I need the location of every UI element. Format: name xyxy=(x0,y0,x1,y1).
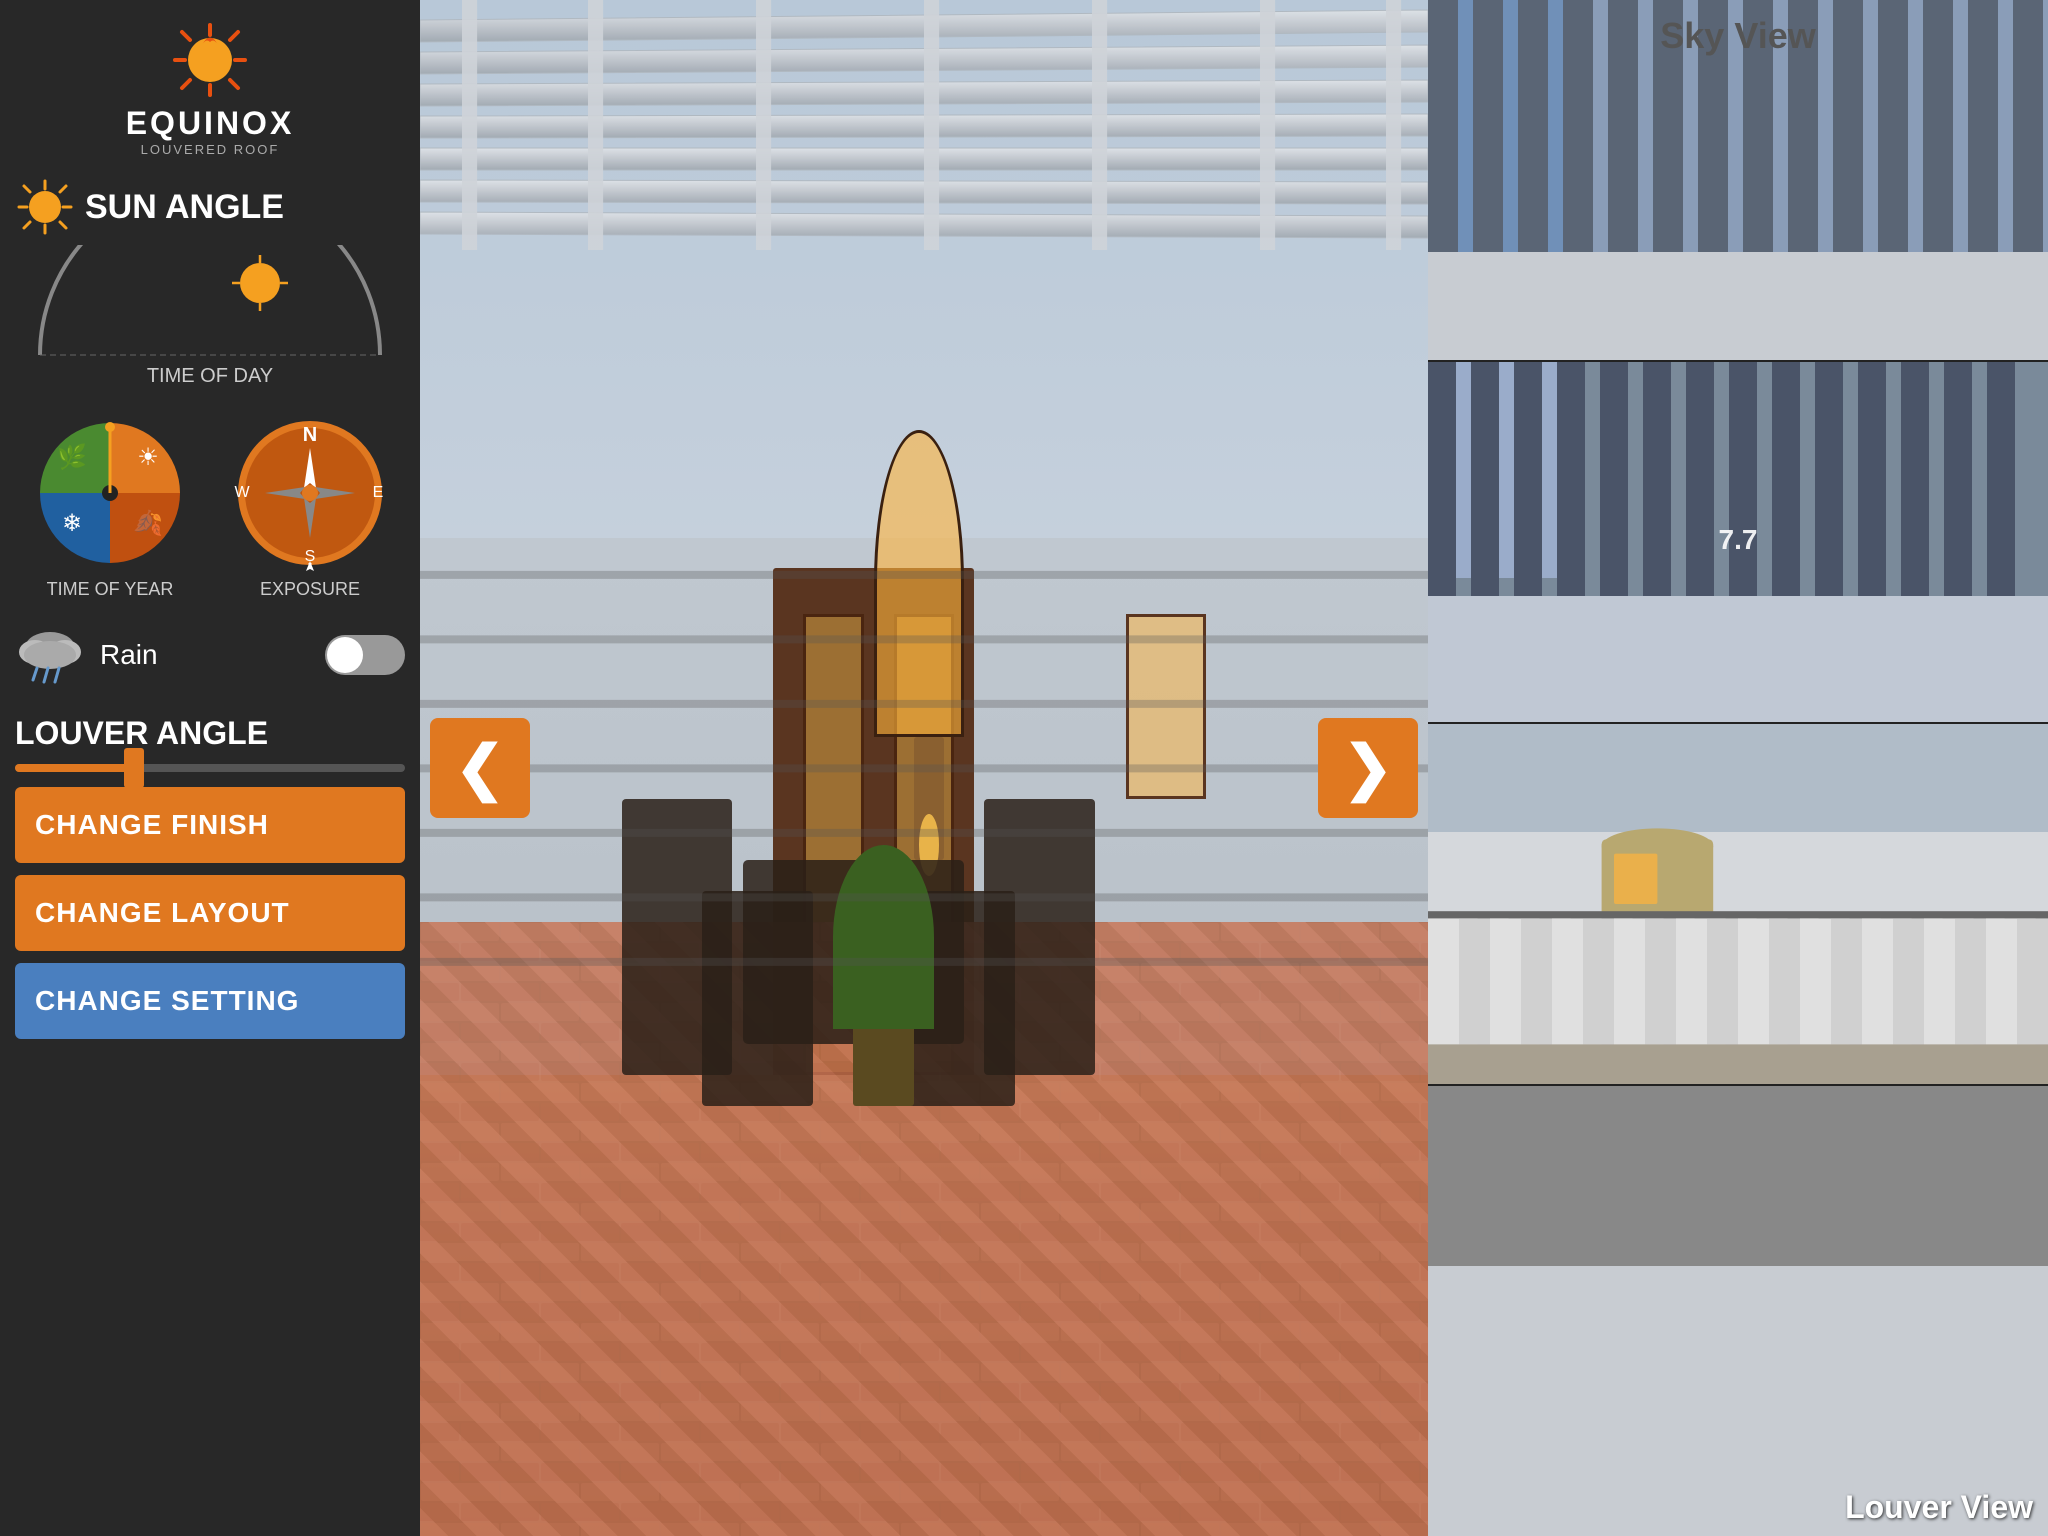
time-of-day-label: TIME OF DAY xyxy=(147,365,273,388)
logo-company-name: EQUINOX xyxy=(126,105,295,142)
louver-view-bg: Louver View xyxy=(1428,1086,2048,1536)
app-container: EQUINOX LOUVERED ROOF SUN ANGLE xyxy=(0,0,2048,1536)
sky-view-bg: Sky View xyxy=(1428,0,2048,360)
mid-view-bg: 7.7 xyxy=(1428,362,2048,722)
louver-slider-fill xyxy=(15,764,132,772)
season-exposure-row: 🌿 ☀ 🍂 ❄ TIME OF YEAR xyxy=(15,413,405,600)
louver-slider-thumb[interactable] xyxy=(124,748,144,788)
sun-angle-icon xyxy=(15,177,75,237)
rain-icon xyxy=(15,620,85,690)
exposure-box[interactable]: N S E W EX xyxy=(215,413,405,600)
patio-scene: ❮ ❯ xyxy=(420,0,1428,1536)
louver-view-title: Louver View xyxy=(1845,1489,2033,1526)
sun-angle-label: SUN ANGLE xyxy=(85,188,284,227)
exposure-compass[interactable]: N S E W xyxy=(230,413,390,573)
roof-slats-svg xyxy=(420,0,1428,250)
logo-sun-icon xyxy=(170,20,250,100)
right-panel: Sky View xyxy=(1428,0,2048,1536)
mid-view-cell[interactable]: 7.7 xyxy=(1428,362,2048,724)
building-view-cell[interactable] xyxy=(1428,724,2048,1086)
building-view-bg xyxy=(1428,724,2048,1084)
svg-text:N: N xyxy=(303,424,317,446)
sky-view-cell[interactable]: Sky View xyxy=(1428,0,2048,362)
logo-subtitle: LOUVERED ROOF xyxy=(141,142,280,157)
svg-text:7.7: 7.7 xyxy=(1719,524,1758,555)
change-layout-button[interactable]: CHANGE LAYOUT xyxy=(15,875,405,951)
louver-view-cell[interactable]: Louver View xyxy=(1428,1086,2048,1536)
change-finish-button[interactable]: CHANGE FINISH xyxy=(15,787,405,863)
svg-text:E: E xyxy=(373,484,384,501)
louver-angle-section: LOUVER ANGLE xyxy=(15,715,405,772)
rain-row: Rain xyxy=(15,620,405,690)
sun-arc-svg[interactable] xyxy=(20,245,400,365)
rain-toggle-knob xyxy=(327,637,363,673)
exposure-label: EXPOSURE xyxy=(260,579,360,600)
shadow-lines xyxy=(420,538,1428,999)
next-scene-button[interactable]: ❯ xyxy=(1318,718,1418,818)
mid-view-svg: 7.7 xyxy=(1428,362,2048,722)
rain-label: Rain xyxy=(100,639,310,671)
time-of-year-box[interactable]: 🌿 ☀ 🍂 ❄ TIME OF YEAR xyxy=(15,413,205,600)
svg-text:☀: ☀ xyxy=(137,444,159,471)
left-arrow-icon: ❮ xyxy=(455,733,505,803)
rain-toggle[interactable] xyxy=(325,635,405,675)
change-setting-button[interactable]: CHANGE SETTING xyxy=(15,963,405,1039)
main-scene-area: ❮ ❯ xyxy=(420,0,1428,1536)
sun-arc-container[interactable]: TIME OF DAY xyxy=(15,245,405,398)
svg-text:❄: ❄ xyxy=(62,510,82,537)
time-of-year-wheel[interactable]: 🌿 ☀ 🍂 ❄ xyxy=(30,413,190,573)
louver-view-svg xyxy=(1428,1086,2048,1536)
building-view-svg xyxy=(1428,724,2048,1084)
sun-angle-header: SUN ANGLE xyxy=(15,177,405,237)
louver-angle-label: LOUVER ANGLE xyxy=(15,715,405,752)
shadow-svg xyxy=(420,538,1428,999)
logo-area: EQUINOX LOUVERED ROOF xyxy=(126,20,295,157)
svg-text:🌿: 🌿 xyxy=(57,443,87,471)
svg-text:🍂: 🍂 xyxy=(133,509,163,537)
prev-scene-button[interactable]: ❮ xyxy=(430,718,530,818)
right-arrow-icon: ❯ xyxy=(1343,733,1393,803)
sun-angle-section: SUN ANGLE TIME OF DAY xyxy=(15,177,405,403)
louver-slider-container[interactable] xyxy=(15,764,405,772)
svg-text:W: W xyxy=(234,484,250,501)
left-panel: EQUINOX LOUVERED ROOF SUN ANGLE xyxy=(0,0,420,1536)
time-of-year-label: TIME OF YEAR xyxy=(47,579,174,600)
sky-view-title: Sky View xyxy=(1660,15,1815,57)
louver-slider-track[interactable] xyxy=(15,764,405,772)
